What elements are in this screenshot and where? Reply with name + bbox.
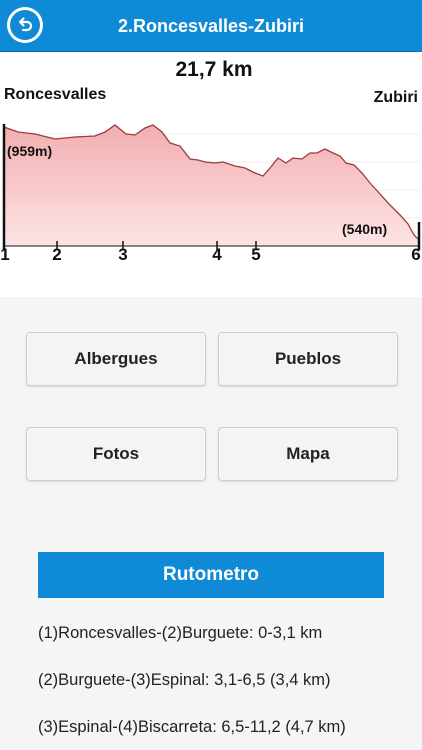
albergues-button-label: Albergues — [74, 349, 158, 368]
rutometro-header: Rutometro — [38, 552, 384, 598]
start-altitude-label: (959m) — [7, 143, 52, 159]
waypoint-3: 3 — [118, 245, 127, 264]
back-arrow-icon — [10, 10, 40, 40]
end-altitude-label: (540m) — [342, 221, 387, 237]
top-bar: 2.Roncesvalles-Zubiri — [0, 0, 422, 52]
rutometro-stage: (3)Espinal-(4)Biscarreta: 6,5-11,2 (4,7 … — [38, 718, 346, 736]
fotos-button-label: Fotos — [92, 444, 140, 463]
rutometro-stage: (2)Burguete-(3)Espinal: 3,1-6,5 (3,4 km) — [38, 671, 331, 689]
route-distance: 21,7 km — [175, 58, 252, 81]
back-button[interactable] — [7, 7, 43, 43]
waypoint-4: 4 — [212, 245, 222, 264]
start-town-label: Roncesvalles — [4, 86, 106, 103]
end-town-label: Zubiri — [374, 89, 418, 106]
waypoint-2: 2 — [52, 245, 61, 264]
fotos-button[interactable]: Fotos — [26, 427, 206, 481]
elevation-chart: 21,7 km Roncesvalles Zubiri (959m) (540m… — [0, 58, 420, 264]
elevation-profile: 21,7 km Roncesvalles Zubiri (959m) (540m… — [0, 52, 422, 297]
pueblos-button-label: Pueblos — [274, 349, 342, 368]
rutometro-title: Rutometro — [162, 564, 260, 585]
rutometro-stage: (1)Roncesvalles-(2)Burguete: 0-3,1 km — [38, 624, 323, 642]
mapa-button-label: Mapa — [286, 444, 330, 463]
waypoint-1: 1 — [0, 245, 9, 264]
page-title: 2.Roncesvalles-Zubiri — [117, 16, 305, 36]
waypoint-6: 6 — [411, 245, 420, 264]
waypoint-5: 5 — [251, 245, 260, 264]
albergues-button[interactable]: Albergues — [26, 332, 206, 386]
mapa-button[interactable]: Mapa — [218, 427, 398, 481]
pueblos-button[interactable]: Pueblos — [218, 332, 398, 386]
